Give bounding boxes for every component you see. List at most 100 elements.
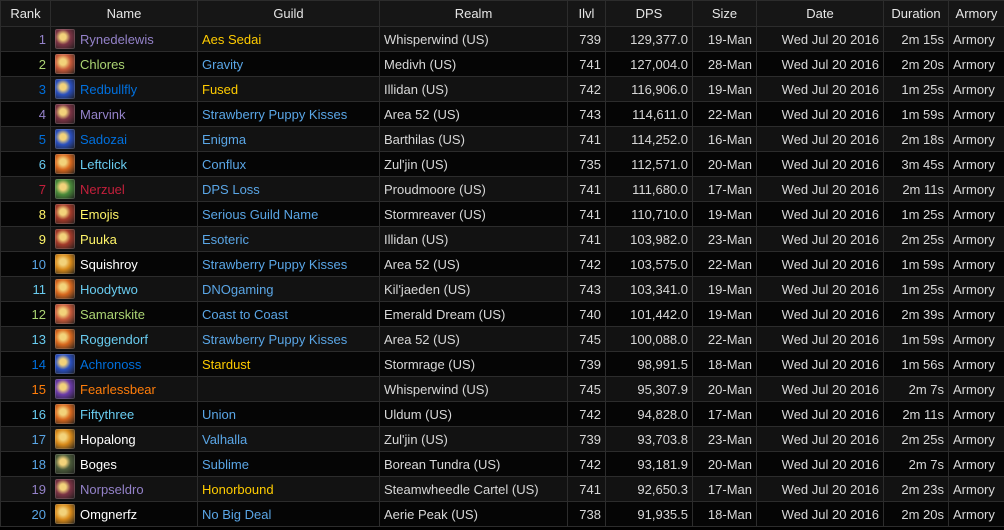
name-cell[interactable]: Rynedelewis [50,26,198,52]
guild-cell[interactable]: Coast to Coast [197,301,380,327]
realm-cell[interactable]: Area 52 (US) [379,251,568,277]
realm-cell[interactable]: Area 52 (US) [379,101,568,127]
name-cell[interactable]: Boges [50,451,198,477]
armory-link[interactable]: Armory [948,101,1004,127]
name-cell[interactable]: Redbullfly [50,76,198,102]
guild-cell[interactable]: Strawberry Puppy Kisses [197,101,380,127]
armory-link[interactable]: Armory [948,51,1004,77]
armory-link[interactable]: Armory [948,76,1004,102]
guild-cell[interactable]: Strawberry Puppy Kisses [197,251,380,277]
realm-cell[interactable]: Zul'jin (US) [379,151,568,177]
guild-cell[interactable]: Strawberry Puppy Kisses [197,326,380,352]
guild-cell[interactable]: Enigma [197,126,380,152]
armory-link[interactable]: Armory [948,201,1004,227]
player-name-link[interactable]: Puuka [80,232,117,247]
player-name-link[interactable]: Rynedelewis [80,32,154,47]
name-cell[interactable]: Squishroy [50,251,198,277]
realm-cell[interactable]: Stormreaver (US) [379,201,568,227]
col-header-date[interactable]: Date [756,0,884,27]
armory-link[interactable]: Armory [948,301,1004,327]
name-cell[interactable]: Leftclick [50,151,198,177]
name-cell[interactable]: Hoodytwo [50,276,198,302]
player-name-link[interactable]: Boges [80,457,117,472]
name-cell[interactable]: Samarskite [50,301,198,327]
armory-link[interactable]: Armory [948,376,1004,402]
player-name-link[interactable]: Achronoss [80,357,141,372]
name-cell[interactable]: Achronoss [50,351,198,377]
armory-link[interactable]: Armory [948,351,1004,377]
guild-cell[interactable]: Honorbound [197,476,380,502]
player-name-link[interactable]: Marvink [80,107,126,122]
name-cell[interactable]: Hopalong [50,426,198,452]
armory-link[interactable]: Armory [948,476,1004,502]
realm-cell[interactable]: Whisperwind (US) [379,26,568,52]
armory-link[interactable]: Armory [948,401,1004,427]
realm-cell[interactable]: Whisperwind (US) [379,376,568,402]
name-cell[interactable]: Fearlessbear [50,376,198,402]
col-header-armory[interactable]: Armory [948,0,1004,27]
realm-cell[interactable]: Emerald Dream (US) [379,301,568,327]
armory-link[interactable]: Armory [948,26,1004,52]
player-name-link[interactable]: Hopalong [80,432,136,447]
realm-cell[interactable]: Area 52 (US) [379,326,568,352]
player-name-link[interactable]: Roggendorf [80,332,148,347]
realm-cell[interactable]: Borean Tundra (US) [379,451,568,477]
player-name-link[interactable]: Hoodytwo [80,282,138,297]
name-cell[interactable]: Roggendorf [50,326,198,352]
player-name-link[interactable]: Samarskite [80,307,145,322]
player-name-link[interactable]: Leftclick [80,157,127,172]
armory-link[interactable]: Armory [948,176,1004,202]
armory-link[interactable]: Armory [948,326,1004,352]
guild-cell[interactable]: Valhalla [197,426,380,452]
guild-cell[interactable]: Esoteric [197,226,380,252]
guild-cell[interactable] [197,376,380,402]
name-cell[interactable]: Fiftythree [50,401,198,427]
armory-link[interactable]: Armory [948,501,1004,527]
realm-cell[interactable]: Medivh (US) [379,51,568,77]
realm-cell[interactable]: Steamwheedle Cartel (US) [379,476,568,502]
realm-cell[interactable]: Illidan (US) [379,226,568,252]
realm-cell[interactable]: Aerie Peak (US) [379,501,568,527]
realm-cell[interactable]: Kil'jaeden (US) [379,276,568,302]
name-cell[interactable]: Emojis [50,201,198,227]
player-name-link[interactable]: Chlores [80,57,125,72]
realm-cell[interactable]: Barthilas (US) [379,126,568,152]
guild-cell[interactable]: Fused [197,76,380,102]
guild-cell[interactable]: DNOgaming [197,276,380,302]
col-header-ilvl[interactable]: Ilvl [567,0,606,27]
guild-cell[interactable]: Stardust [197,351,380,377]
armory-link[interactable]: Armory [948,451,1004,477]
player-name-link[interactable]: Nerzuel [80,182,125,197]
armory-link[interactable]: Armory [948,151,1004,177]
player-name-link[interactable]: Emojis [80,207,119,222]
name-cell[interactable]: Sadozai [50,126,198,152]
armory-link[interactable]: Armory [948,251,1004,277]
name-cell[interactable]: Chlores [50,51,198,77]
armory-link[interactable]: Armory [948,276,1004,302]
armory-link[interactable]: Armory [948,426,1004,452]
col-header-size[interactable]: Size [692,0,757,27]
col-header-name[interactable]: Name [50,0,198,27]
realm-cell[interactable]: Proudmoore (US) [379,176,568,202]
player-name-link[interactable]: Fiftythree [80,407,134,422]
armory-link[interactable]: Armory [948,226,1004,252]
name-cell[interactable]: Omgnerfz [50,501,198,527]
player-name-link[interactable]: Sadozai [80,132,127,147]
realm-cell[interactable]: Uldum (US) [379,401,568,427]
guild-cell[interactable]: DPS Loss [197,176,380,202]
player-name-link[interactable]: Fearlessbear [80,382,156,397]
guild-cell[interactable]: Serious Guild Name [197,201,380,227]
name-cell[interactable]: Norpseldro [50,476,198,502]
guild-cell[interactable]: Aes Sedai [197,26,380,52]
col-header-dps[interactable]: DPS [605,0,693,27]
player-name-link[interactable]: Norpseldro [80,482,144,497]
player-name-link[interactable]: Squishroy [80,257,138,272]
col-header-duration[interactable]: Duration [883,0,949,27]
name-cell[interactable]: Marvink [50,101,198,127]
guild-cell[interactable]: Conflux [197,151,380,177]
col-header-guild[interactable]: Guild [197,0,380,27]
name-cell[interactable]: Puuka [50,226,198,252]
guild-cell[interactable]: No Big Deal [197,501,380,527]
guild-cell[interactable]: Gravity [197,51,380,77]
guild-cell[interactable]: Union [197,401,380,427]
